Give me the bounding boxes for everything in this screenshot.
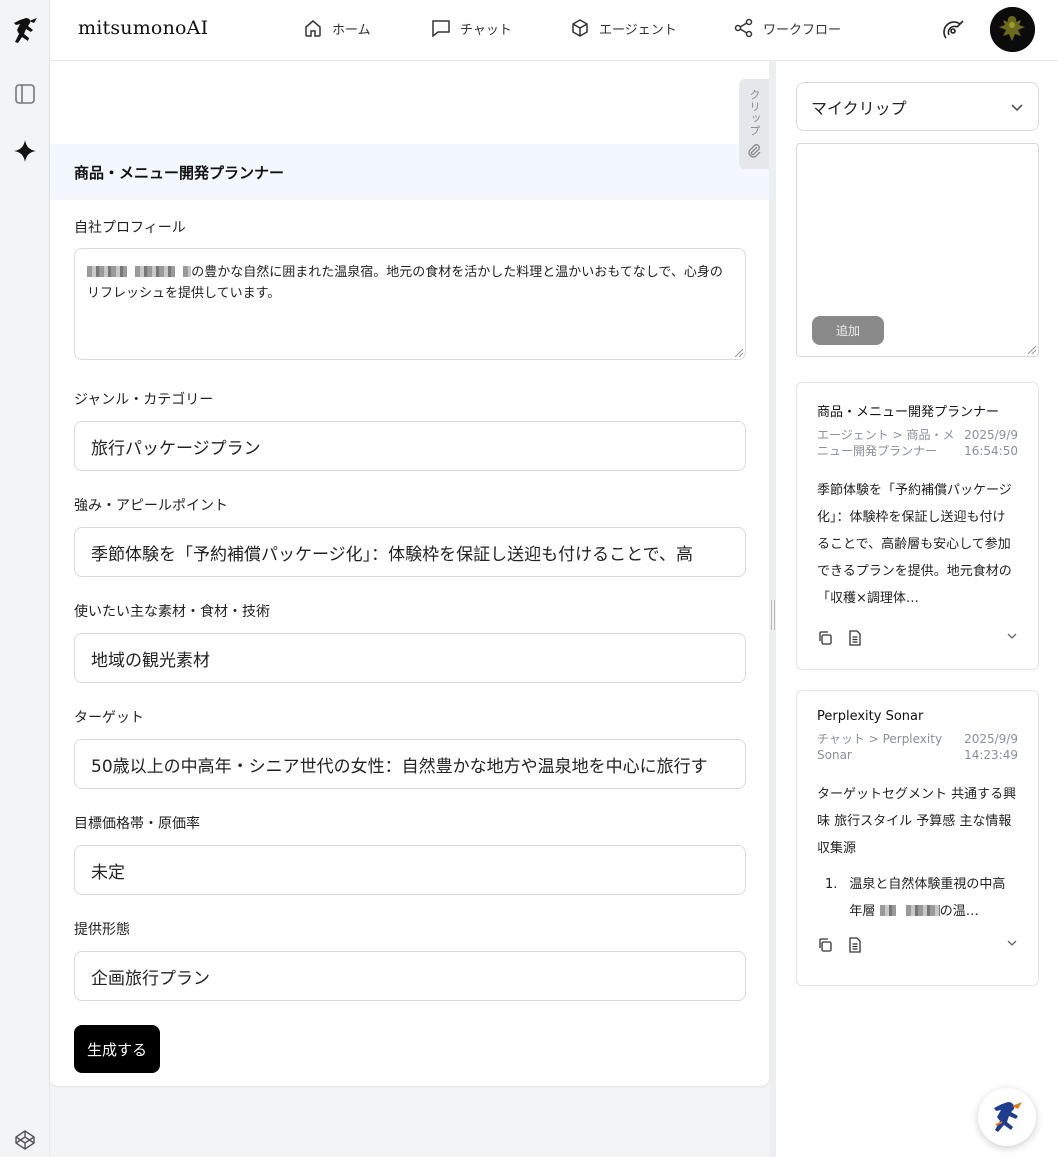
clip-sidebar: マイクリップ 追加 商品・メニュー開発プランナー エージェント > 商品・メニュ… (776, 61, 1058, 1157)
chevron-down-icon[interactable] (1006, 630, 1018, 642)
splitter-grip[interactable] (771, 600, 775, 630)
format-label: 提供形態 (74, 922, 130, 938)
card-title: Perplexity Sonar (817, 709, 924, 724)
chevron-down-icon (1011, 103, 1023, 111)
card-meta: チャット > Perplexity Sonar 2025/9/9 14:23:4… (817, 731, 1018, 763)
card-body: 季節体験を「予約補償パッケージ化」：体験枠を保証し送迎も付けることで、高齢層も安… (817, 483, 1012, 606)
clip-select-value: マイクリップ (811, 98, 907, 118)
resize-handle[interactable] (1028, 346, 1036, 354)
format-input[interactable]: 企画旅行プラン (74, 951, 746, 1001)
top-header: mitsumonoAI ホーム チャット エージェント ワークフロー (50, 0, 1058, 61)
brand-logo[interactable]: mitsumonoAI (78, 17, 208, 39)
target-input[interactable]: 50歳以上の中高年・シニア世代の女性：自然豊かな地方や温泉地を中心に旅行す (74, 739, 746, 789)
card-body: ターゲットセグメント 共通する興味 旅行スタイル 予算感 主な情報収集源 1. … (817, 781, 1018, 925)
card-datetime: 2025/9/9 16:54:50 (964, 427, 1018, 459)
strength-input[interactable]: 季節体験を「予約補償パッケージ化」：体験枠を保証し送迎も付けることで、高 (74, 527, 746, 577)
generate-button[interactable]: 生成する (74, 1025, 160, 1073)
genre-input[interactable]: 旅行パッケージプラン (74, 421, 746, 471)
redacted-text (135, 266, 176, 277)
paperclip-icon (748, 144, 761, 158)
card-path: エージェント > 商品・メニュー開発プランナー (817, 428, 955, 458)
card-path: チャット > Perplexity Sonar (817, 732, 943, 762)
card-time: 14:23:49 (964, 748, 1018, 762)
document-icon[interactable] (847, 630, 863, 646)
card-date: 2025/9/9 (964, 732, 1018, 746)
signal-icon[interactable] (943, 17, 967, 45)
target-label: ターゲット (74, 710, 144, 726)
codepen-icon[interactable] (0, 1129, 50, 1151)
card-date: 2025/9/9 (964, 428, 1018, 442)
redacted-text (905, 905, 940, 916)
redacted-text (879, 905, 896, 916)
list-number: 1. (825, 877, 838, 892)
nav-home-label: ホーム (332, 22, 371, 38)
nav-home[interactable]: ホーム (303, 18, 371, 38)
ninja-logo-icon[interactable] (0, 16, 50, 52)
cube-icon (572, 19, 588, 37)
materials-input[interactable]: 地域の観光素材 (74, 633, 746, 683)
clip-select[interactable]: マイクリップ (796, 82, 1039, 131)
copy-icon[interactable] (817, 937, 833, 953)
genre-label: ジャンル・カテゴリー (74, 392, 214, 408)
sparkle-icon[interactable] (0, 139, 50, 163)
left-rail (0, 0, 50, 1157)
card-actions (817, 935, 1018, 955)
card-title: 商品・メニュー開発プランナー (817, 405, 1000, 420)
clip-tab[interactable]: クリップ (739, 79, 769, 169)
card-meta: エージェント > 商品・メニュー開発プランナー 2025/9/9 16:54:5… (817, 427, 1018, 459)
profile-label: 自社プロフィール (74, 220, 186, 236)
ninja-mascot-icon (994, 1102, 1022, 1132)
assistant-fab[interactable] (978, 1088, 1036, 1146)
clip-card[interactable]: Perplexity Sonar チャット > Perplexity Sonar… (796, 690, 1039, 986)
redacted-text (87, 266, 127, 277)
workflow-icon (734, 18, 753, 38)
document-icon[interactable] (847, 937, 863, 953)
resize-handle[interactable] (735, 349, 743, 357)
card-datetime: 2025/9/9 14:23:49 (964, 731, 1018, 763)
price-input[interactable]: 未定 (74, 845, 746, 895)
nav-chat[interactable]: チャット (431, 18, 512, 38)
list-text: 温泉と自然体験重視の中高年層 の温… (849, 877, 1006, 919)
materials-label: 使いたい主な素材・食材・技術 (74, 604, 270, 620)
price-label: 目標価格帯・原価率 (74, 816, 200, 832)
sidebar-toggle-icon[interactable] (0, 83, 50, 105)
clip-card[interactable]: 商品・メニュー開発プランナー エージェント > 商品・メニュー開発プランナー 2… (796, 382, 1039, 670)
chat-icon (432, 20, 450, 38)
nav-chat-label: チャット (460, 22, 512, 38)
card-actions (817, 628, 1018, 648)
nav-workflow-label: ワークフロー (763, 22, 842, 38)
avatar[interactable] (990, 7, 1035, 52)
add-button[interactable]: 追加 (812, 316, 884, 345)
nav-workflow[interactable]: ワークフロー (734, 18, 841, 38)
nav-agent[interactable]: エージェント (570, 18, 677, 38)
card-time: 16:54:50 (964, 444, 1018, 458)
list-item: 1. 温泉と自然体験重視の中高年層 の温… (817, 871, 1018, 925)
card-body-text: ターゲットセグメント 共通する興味 旅行スタイル 予算感 主な情報収集源 (817, 787, 1017, 856)
chevron-down-icon[interactable] (1006, 937, 1018, 949)
form-panel: 商品・メニュー開発プランナー 自社プロフィール の豊かな自然に囲まれた温泉宿。地… (50, 61, 769, 1086)
nav-agent-label: エージェント (599, 22, 677, 38)
page-title: 商品・メニュー開発プランナー (50, 144, 769, 200)
clip-textarea[interactable]: 追加 (796, 143, 1039, 357)
clip-tab-label: クリップ (748, 89, 761, 137)
home-icon (305, 20, 321, 37)
copy-icon[interactable] (817, 630, 833, 646)
profile-textarea[interactable]: の豊かな自然に囲まれた温泉宿。地元の食材を活かした料理と温かいおもてなしで、心身… (74, 248, 746, 360)
strength-label: 強み・アピールポイント (74, 498, 228, 514)
